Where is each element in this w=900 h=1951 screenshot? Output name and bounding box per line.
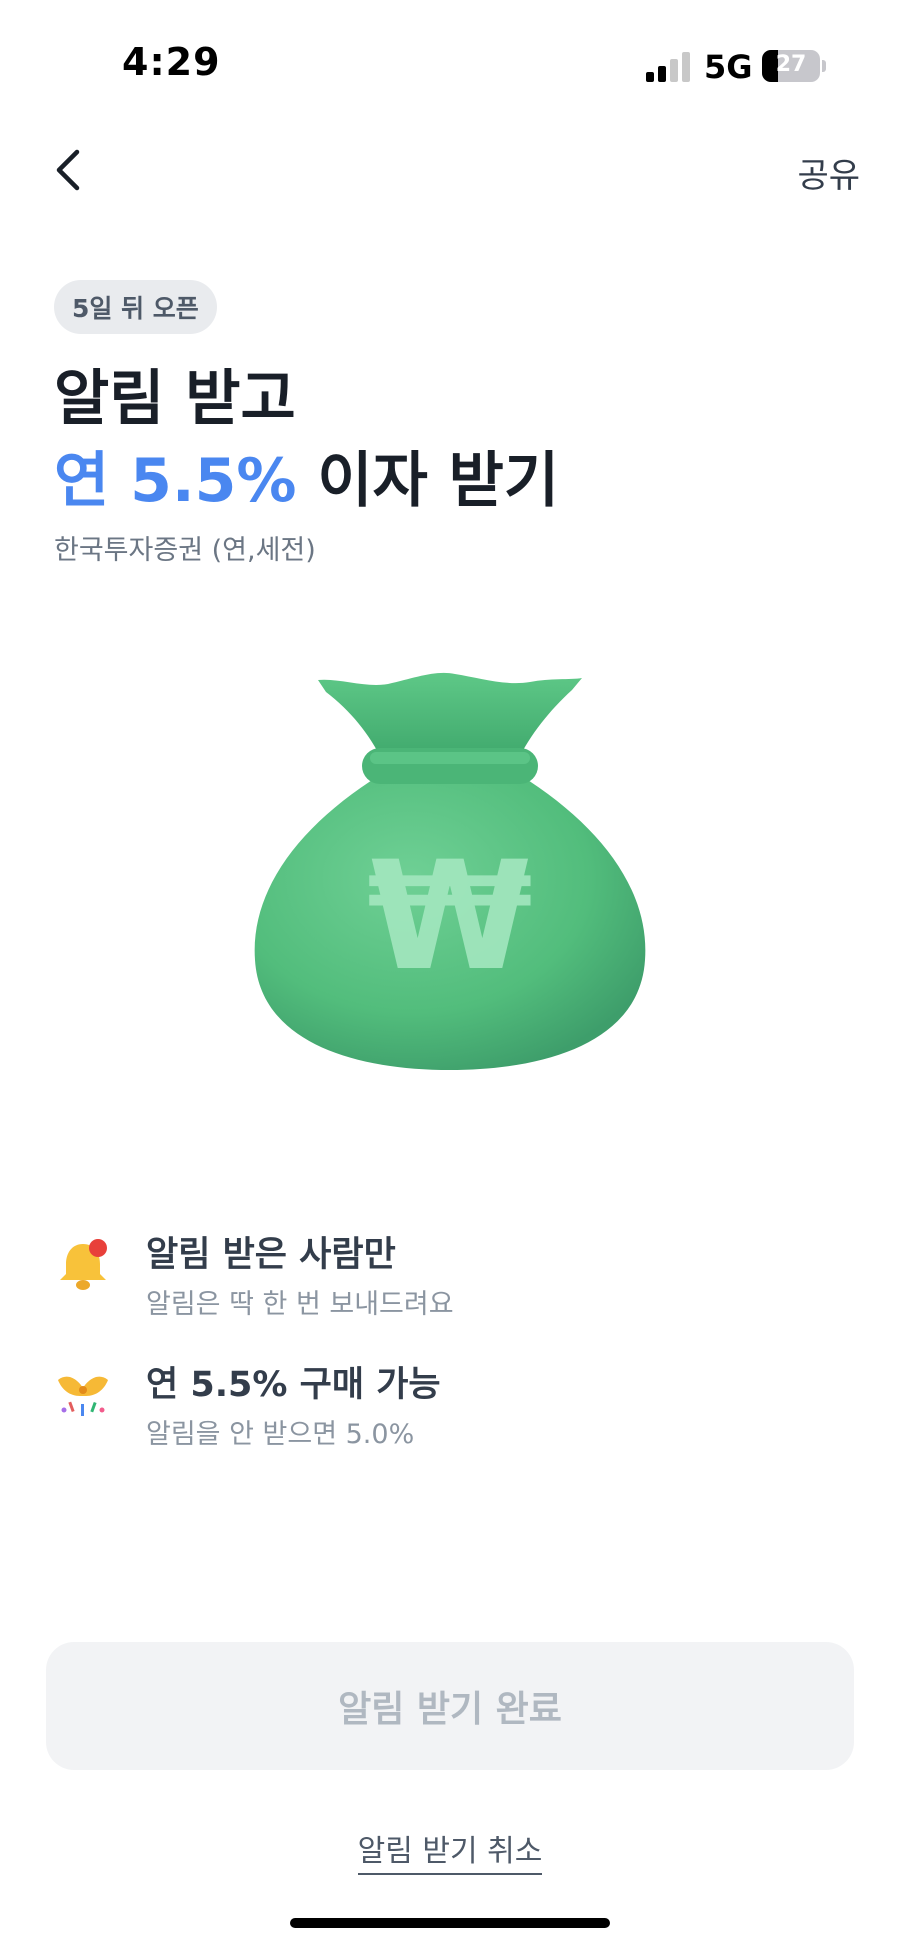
status-time: 4:29	[122, 40, 221, 84]
cancel-notify-link[interactable]: 알림 받기 취소	[357, 1834, 543, 1875]
battery-cap	[822, 60, 826, 72]
won-symbol: ₩	[367, 830, 532, 1004]
battery-level: 27	[775, 52, 807, 77]
back-button[interactable]	[38, 140, 98, 200]
provider-label: 한국투자증권 (연,세전)	[54, 535, 316, 566]
cancel-notify-link-wrapper: 알림 받기 취소	[0, 1826, 900, 1875]
chevron-left-icon	[56, 149, 80, 191]
page-title-line2: 연 5.5% 이자 받기	[54, 432, 559, 519]
benefit-title: 알림 받은 사람만	[146, 1235, 396, 1275]
notify-complete-button[interactable]: 알림 받기 완료	[46, 1642, 854, 1770]
network-type: 5G	[704, 48, 753, 86]
benefit-title: 연 5.5% 구매 가능	[146, 1365, 441, 1405]
benefit-item: 연 5.5% 구매 가능 알림을 안 받으면 5.0%	[54, 1356, 854, 1456]
benefit-subtitle: 알림을 안 받으면 5.0%	[146, 1419, 415, 1450]
nav-bar: 공유	[0, 130, 900, 210]
title-rest: 이자 받기	[296, 446, 560, 516]
benefit-item: 알림 받은 사람만 알림은 딱 한 번 보내드려요	[54, 1226, 854, 1326]
status-bar: 4:29 5G 27	[0, 0, 900, 130]
bell-icon	[60, 1239, 107, 1290]
money-bag-icon: ₩	[254, 672, 646, 1070]
signal-icon	[646, 52, 692, 82]
share-button[interactable]: 공유	[797, 148, 860, 197]
benefit-subtitle: 알림은 딱 한 번 보내드려요	[146, 1289, 454, 1320]
rate-highlight: 연 5.5%	[54, 446, 297, 516]
party-popper-icon	[58, 1376, 108, 1416]
home-indicator[interactable]	[290, 1918, 610, 1928]
battery-icon: 27	[762, 50, 820, 82]
page-title-line1: 알림 받고	[54, 364, 296, 434]
open-countdown-badge: 5일 뒤 오픈	[54, 280, 217, 334]
